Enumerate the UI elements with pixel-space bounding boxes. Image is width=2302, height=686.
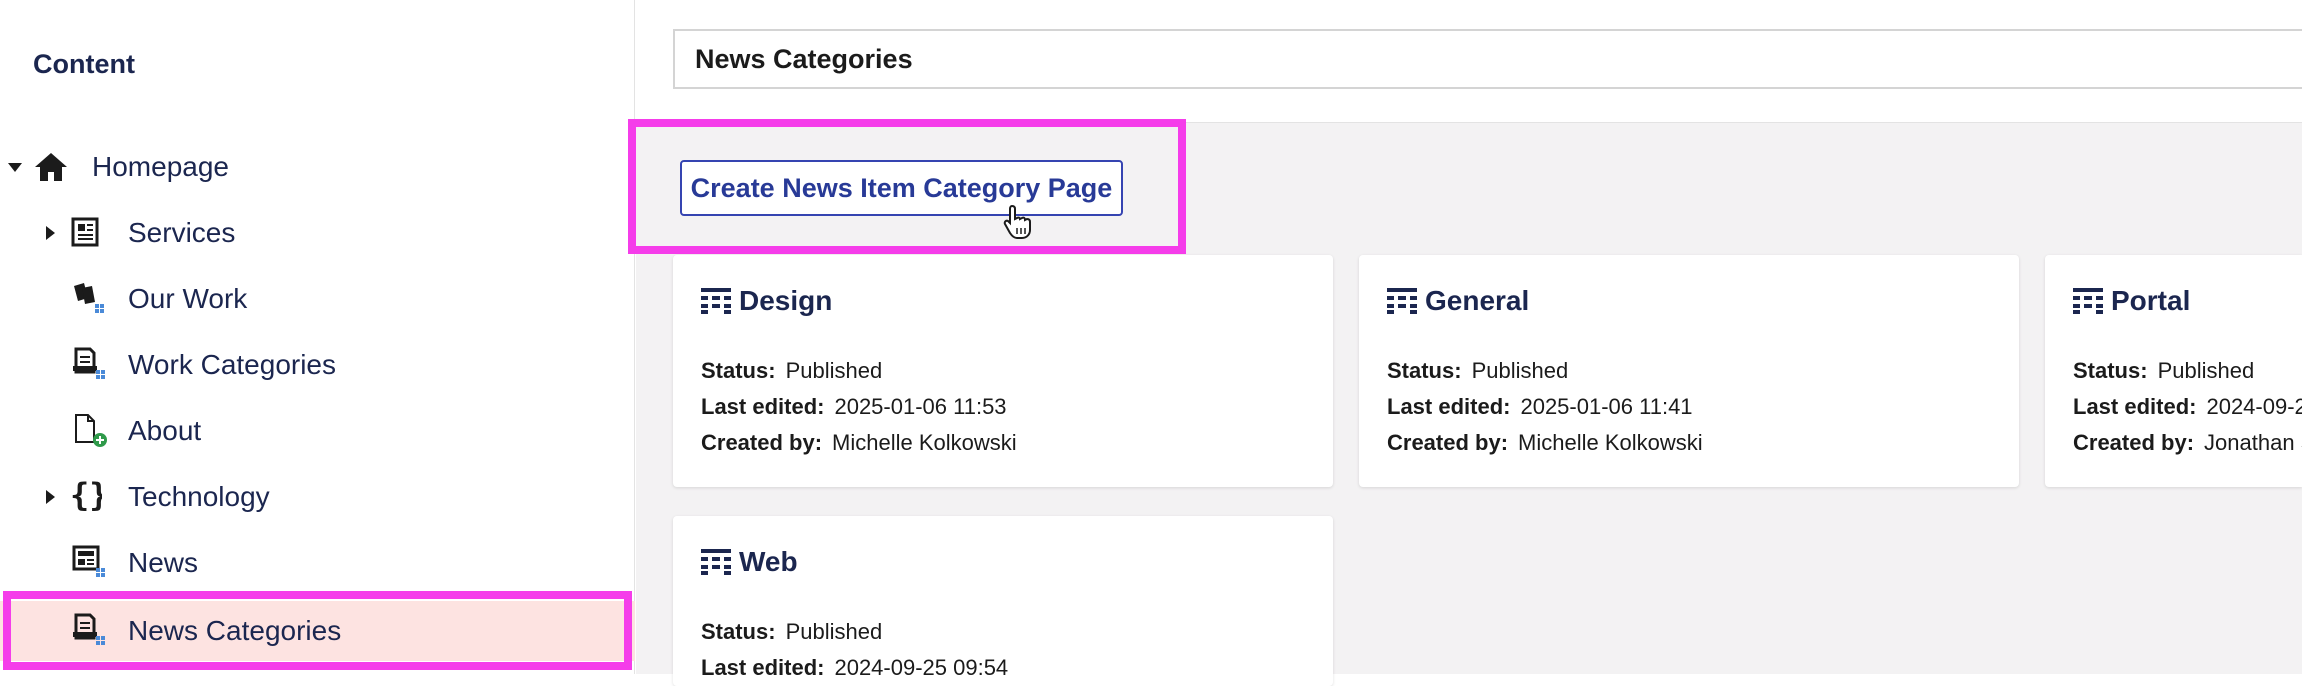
content-sidebar: Content Homepage Services Our Work Work … bbox=[0, 0, 635, 674]
card-title: General bbox=[1425, 285, 1530, 316]
card-status-row: Status: Published bbox=[2073, 358, 2255, 383]
card-edited-row: Last edited: 2025-01-06 11:41 bbox=[1387, 394, 1693, 419]
card-title: Web bbox=[739, 546, 798, 577]
tree-item-label: Homepage bbox=[92, 151, 229, 182]
card-status-row: Status: Published bbox=[701, 358, 883, 383]
grid-list-icon bbox=[2073, 288, 2103, 314]
card-edited-row: Last edited: 2025-01-06 11:53 bbox=[701, 394, 1007, 419]
playing-cards-icon bbox=[70, 280, 106, 316]
tree-item-about[interactable]: About bbox=[0, 403, 635, 459]
card-created-row: Created by: Michelle Kolkowski bbox=[1387, 430, 1703, 455]
grid-list-icon bbox=[1387, 288, 1417, 314]
home-icon bbox=[33, 149, 69, 185]
card-created-row: Created by:Jonathan St bbox=[2073, 430, 2302, 455]
caret-right-icon[interactable] bbox=[46, 226, 55, 240]
node-name-input[interactable] bbox=[673, 29, 2302, 89]
tree-item-services[interactable]: Services bbox=[0, 205, 635, 261]
tree-item-label: News Categories bbox=[128, 615, 342, 646]
document-add-icon bbox=[72, 412, 108, 448]
svg-text:{}: {} bbox=[70, 477, 102, 513]
card-status-row: Status: Published bbox=[701, 619, 883, 644]
code-braces-icon: {} bbox=[70, 476, 109, 514]
grid-list-icon bbox=[701, 549, 731, 575]
grid-list-icon bbox=[701, 288, 731, 314]
tree-item-news-categories[interactable]: News Categories bbox=[0, 601, 635, 661]
card-title: Design bbox=[739, 285, 833, 316]
tree-item-label: Work Categories bbox=[128, 349, 337, 380]
tree-item-work-categories[interactable]: Work Categories bbox=[0, 337, 635, 393]
content-card-design[interactable]: Design Status: Published Last edited: 2025… bbox=[673, 255, 1333, 487]
caret-right-icon[interactable] bbox=[46, 490, 55, 504]
tree-item-news[interactable]: News bbox=[0, 535, 635, 591]
tree-item-technology[interactable]: {} Technology bbox=[0, 469, 635, 525]
sidebar-title: Content bbox=[33, 49, 135, 79]
tree-item-label: News bbox=[128, 547, 199, 578]
content-card-web[interactable]: Web Status: Published Last edited: 2024-09… bbox=[673, 516, 1333, 686]
document-list-icon bbox=[72, 346, 108, 382]
tree-item-our-work[interactable]: Our Work bbox=[0, 271, 635, 327]
caret-down-icon[interactable] bbox=[8, 163, 22, 172]
tree-item-label: Technology bbox=[128, 481, 270, 512]
card-edited-row: Last edited:2024-09-25 bbox=[2073, 394, 2302, 419]
main-content: Create News Item Category Page Design St… bbox=[628, 0, 2302, 686]
card-created-row: Created by: Michelle Kolkowski bbox=[701, 430, 1017, 455]
newspaper-icon bbox=[70, 216, 106, 252]
header-area bbox=[636, 0, 2302, 123]
tree-item-label: About bbox=[128, 415, 202, 446]
card-status-row: Status: Published bbox=[1387, 358, 1569, 383]
create-news-item-category-button[interactable]: Create News Item Category Page bbox=[680, 160, 1123, 216]
content-card-general[interactable]: General Status: Published Last edited: 202… bbox=[1359, 255, 2019, 487]
tree-item-homepage[interactable]: Homepage bbox=[0, 139, 635, 195]
hand-pointer-cursor-icon bbox=[1003, 204, 1033, 240]
tree-item-label: Services bbox=[128, 217, 236, 248]
card-title: Portal bbox=[2111, 285, 2191, 316]
document-list-icon bbox=[72, 612, 108, 648]
tree-item-label: Our Work bbox=[128, 283, 248, 314]
news-icon bbox=[72, 544, 108, 580]
content-card-portal[interactable]: Portal Status: Published Last edited: 2024… bbox=[2045, 255, 2302, 487]
card-edited-row: Last edited: 2024-09-25 09:54 bbox=[701, 655, 1009, 680]
